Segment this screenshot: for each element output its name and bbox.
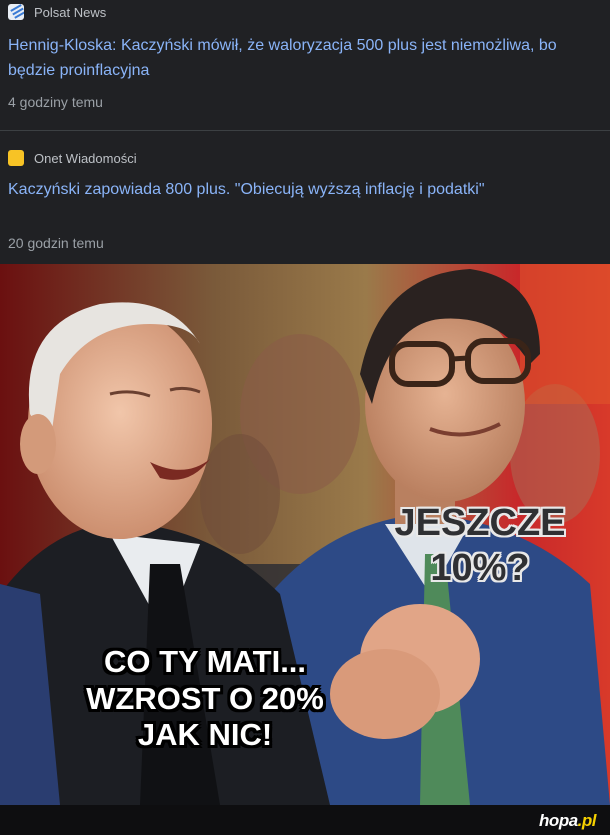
news-time: 4 godziny temu — [8, 94, 103, 110]
hopa-logo: hopa.pl — [539, 811, 596, 831]
news-time: 20 godzin temu — [8, 235, 104, 251]
news-source-name: Polsat News — [34, 4, 107, 20]
watermark-bar: hopa.pl — [0, 805, 610, 835]
news-item-polsat[interactable]: Polsat News Hennig-Kloska: Kaczyński mów… — [0, 0, 610, 130]
news-headline-link[interactable]: Hennig-Kloska: Kaczyński mówił, że walor… — [8, 33, 602, 83]
onet-icon — [8, 150, 24, 166]
logo-accent: .pl — [577, 811, 597, 830]
meme-caption-right: JESZCZE 10%? — [394, 502, 566, 589]
meme-caption-left: CO TY MATI... WZROST O 20% JAK NIC! — [86, 644, 324, 753]
meme-image: JESZCZE 10%? CO TY MATI... WZROST O 20% JAK… — [0, 264, 610, 805]
news-source-row: Onet Wiadomości — [8, 150, 137, 166]
news-source-row: Polsat News — [8, 4, 106, 20]
logo-main: hopa — [539, 811, 578, 830]
news-item-onet[interactable]: Onet Wiadomości Kaczyński zapowiada 800 … — [0, 131, 610, 264]
news-source-name: Onet Wiadomości — [34, 150, 137, 166]
polsat-news-icon — [8, 4, 24, 20]
news-headline-link[interactable]: Kaczyński zapowiada 800 plus. "Obiecują … — [8, 177, 602, 202]
